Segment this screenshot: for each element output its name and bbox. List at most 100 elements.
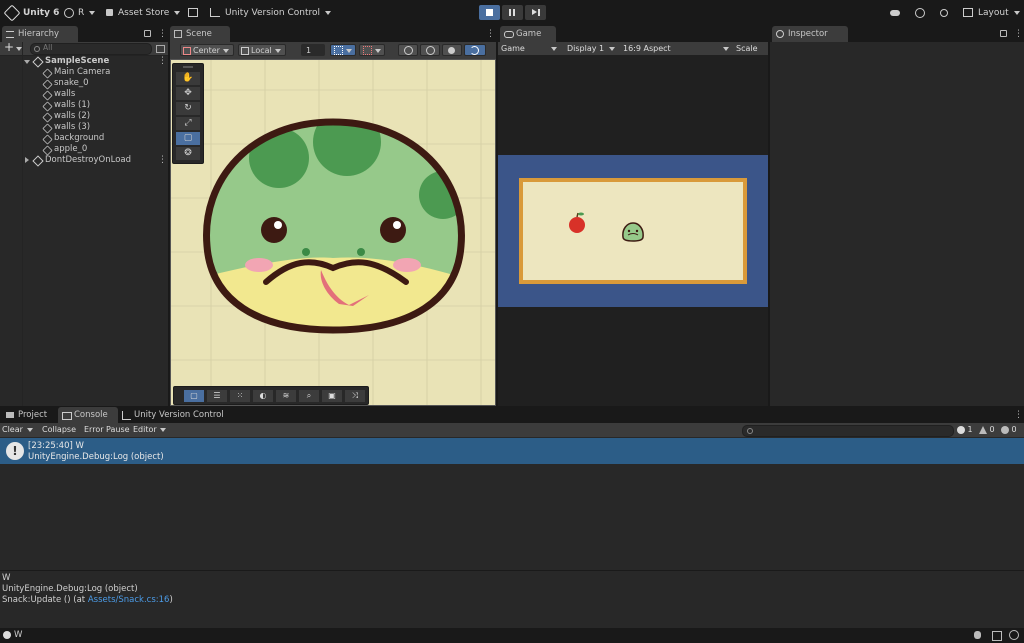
console-search-input[interactable] — [742, 425, 954, 437]
script-link[interactable]: Assets/Snack.cs:16 — [88, 595, 170, 605]
error-count-toggle[interactable]: 0 — [1001, 423, 1017, 437]
scale-slider[interactable]: Scale — [736, 42, 768, 55]
branch-icon — [210, 8, 220, 17]
display-dropdown[interactable]: Display 1 — [567, 42, 617, 55]
more-options-icon[interactable] — [486, 29, 489, 39]
game-view[interactable] — [498, 55, 768, 406]
aspect-dropdown[interactable]: 16:9 Aspect — [623, 42, 731, 55]
play-button[interactable] — [479, 5, 500, 20]
more-options-icon[interactable] — [158, 155, 161, 165]
tools-palette: ✋ ✥ ↻ ⤢ ▢ ❂ — [172, 63, 204, 164]
collapse-arrow-icon[interactable] — [25, 157, 29, 163]
draw-mode-button[interactable] — [398, 44, 418, 56]
tree-item[interactable]: walls (1) — [0, 100, 168, 112]
overlay-rect-button[interactable]: ▢ — [184, 390, 204, 402]
tree-item-dontdestroyonload[interactable]: DontDestroyOnLoad — [0, 155, 168, 167]
unity-scene-icon — [32, 56, 44, 68]
layout-dropdown[interactable]: Layout — [963, 0, 1020, 26]
step-icon — [532, 9, 537, 15]
snap-toggle-button[interactable] — [359, 44, 385, 56]
pivot-center-icon — [183, 47, 191, 55]
overlay-grid-button[interactable]: ⁙ — [230, 390, 250, 402]
game-mode-dropdown[interactable]: Game — [501, 42, 559, 55]
pause-button[interactable] — [502, 5, 523, 20]
grid-size-input[interactable]: 1 — [301, 44, 325, 56]
lock-icon[interactable] — [1000, 30, 1007, 37]
snake-sprite[interactable] — [191, 108, 471, 360]
tree-item-samplescene[interactable]: SampleScene — [0, 56, 168, 68]
rect-tool-button[interactable]: ▢ — [176, 132, 200, 145]
warning-count-toggle[interactable]: 0 — [979, 423, 995, 437]
overlay-layers-button[interactable]: ≋ — [276, 390, 296, 402]
main-toolbar: Unity 6 R Asset Store Unity Version Cont… — [0, 0, 1024, 26]
layers-icon[interactable] — [992, 631, 1002, 641]
history-button[interactable] — [915, 0, 925, 26]
tree-item[interactable]: background — [0, 133, 168, 145]
more-options-icon[interactable] — [158, 29, 161, 39]
half-circle-icon: ◐ — [259, 391, 267, 400]
tree-item[interactable]: snake_0 — [0, 78, 168, 90]
more-options-icon[interactable] — [1014, 29, 1017, 39]
lit-mode-button[interactable] — [442, 44, 462, 56]
collapse-toggle[interactable]: Collapse — [42, 423, 76, 437]
2d-mode-button[interactable] — [464, 44, 486, 56]
error-pause-toggle[interactable]: Error Pause — [84, 423, 130, 437]
asset-store-label: Asset Store — [118, 8, 170, 18]
more-options-icon[interactable] — [1014, 410, 1017, 420]
package-icon-button[interactable] — [188, 0, 198, 26]
hierarchy-search-input[interactable]: All — [30, 43, 152, 55]
status-message[interactable]: W — [14, 630, 22, 640]
tree-item[interactable]: apple_0 — [0, 144, 168, 156]
scene-view[interactable]: ✋ ✥ ↻ ⤢ ▢ ❂ ▢ ☰ ⁙ ◐ ≋ ⌕ ▣ ⤨ — [170, 59, 496, 406]
console-entry[interactable]: ! [23:25:40] W UnityEngine.Debug:Log (ob… — [0, 438, 1024, 464]
move-icon: ✥ — [184, 88, 192, 98]
scale-tool-button[interactable]: ⤢ — [176, 117, 200, 130]
account-button[interactable]: R — [64, 0, 96, 26]
palette-handle[interactable] — [183, 66, 193, 68]
game-mode-label: Game — [501, 44, 525, 53]
unity-menu-button[interactable]: Unity 6 — [3, 0, 59, 26]
overlay-align-button[interactable]: ☰ — [207, 390, 227, 402]
log-count-toggle[interactable]: 1 — [957, 423, 973, 437]
editor-dropdown[interactable]: Editor — [133, 423, 166, 437]
clear-dropdown[interactable]: Clear — [2, 423, 38, 437]
more-options-icon[interactable] — [158, 56, 161, 66]
tab-scene[interactable]: Scene — [170, 26, 230, 42]
filter-icon[interactable] — [156, 45, 165, 53]
tab-console[interactable]: Console — [58, 407, 118, 423]
add-icon[interactable]: + — [4, 40, 14, 54]
check-icon[interactable] — [1009, 630, 1019, 640]
apple-sprite — [569, 212, 585, 233]
pivot-rotation-dropdown[interactable]: Local — [238, 44, 286, 56]
tab-game[interactable]: Game — [500, 26, 556, 42]
game-toolbar: Game Display 1 16:9 Aspect Scale — [498, 42, 768, 56]
rotate-tool-button[interactable]: ↻ — [176, 102, 200, 115]
version-control-button[interactable]: Unity Version Control — [210, 0, 331, 26]
cloud-button[interactable] — [890, 0, 900, 26]
grid-toggle-button[interactable] — [330, 44, 356, 56]
detail-line-1: W — [2, 573, 11, 583]
tab-inspector[interactable]: Inspector — [772, 26, 848, 42]
hand-tool-button[interactable]: ✋ — [176, 72, 200, 85]
tree-item[interactable]: walls — [0, 89, 168, 101]
tab-project[interactable]: Project — [2, 407, 62, 423]
search-button[interactable] — [940, 0, 948, 26]
tab-unity-version-control[interactable]: Unity Version Control — [118, 407, 244, 423]
step-button[interactable] — [525, 5, 546, 20]
tree-item[interactable]: Main Camera — [0, 67, 168, 79]
overlay-search-button[interactable]: ⌕ — [299, 390, 319, 402]
expand-arrow-icon[interactable] — [24, 60, 30, 64]
shaded-mode-button[interactable] — [420, 44, 440, 56]
pivot-mode-dropdown[interactable]: Center — [180, 44, 234, 56]
bug-icon[interactable] — [974, 631, 981, 639]
overlay-shuffle-button[interactable]: ⤨ — [345, 390, 365, 402]
transform-tool-button[interactable]: ❂ — [176, 147, 200, 160]
lock-icon[interactable] — [144, 30, 151, 37]
overlay-camera-button[interactable]: ▣ — [322, 390, 342, 402]
move-tool-button[interactable]: ✥ — [176, 87, 200, 100]
asset-store-button[interactable]: Asset Store — [106, 0, 181, 26]
chevron-down-icon — [26, 427, 33, 432]
overlay-shading-button[interactable]: ◐ — [253, 390, 273, 402]
tree-item[interactable]: walls (2) — [0, 111, 168, 123]
tree-item[interactable]: walls (3) — [0, 122, 168, 134]
